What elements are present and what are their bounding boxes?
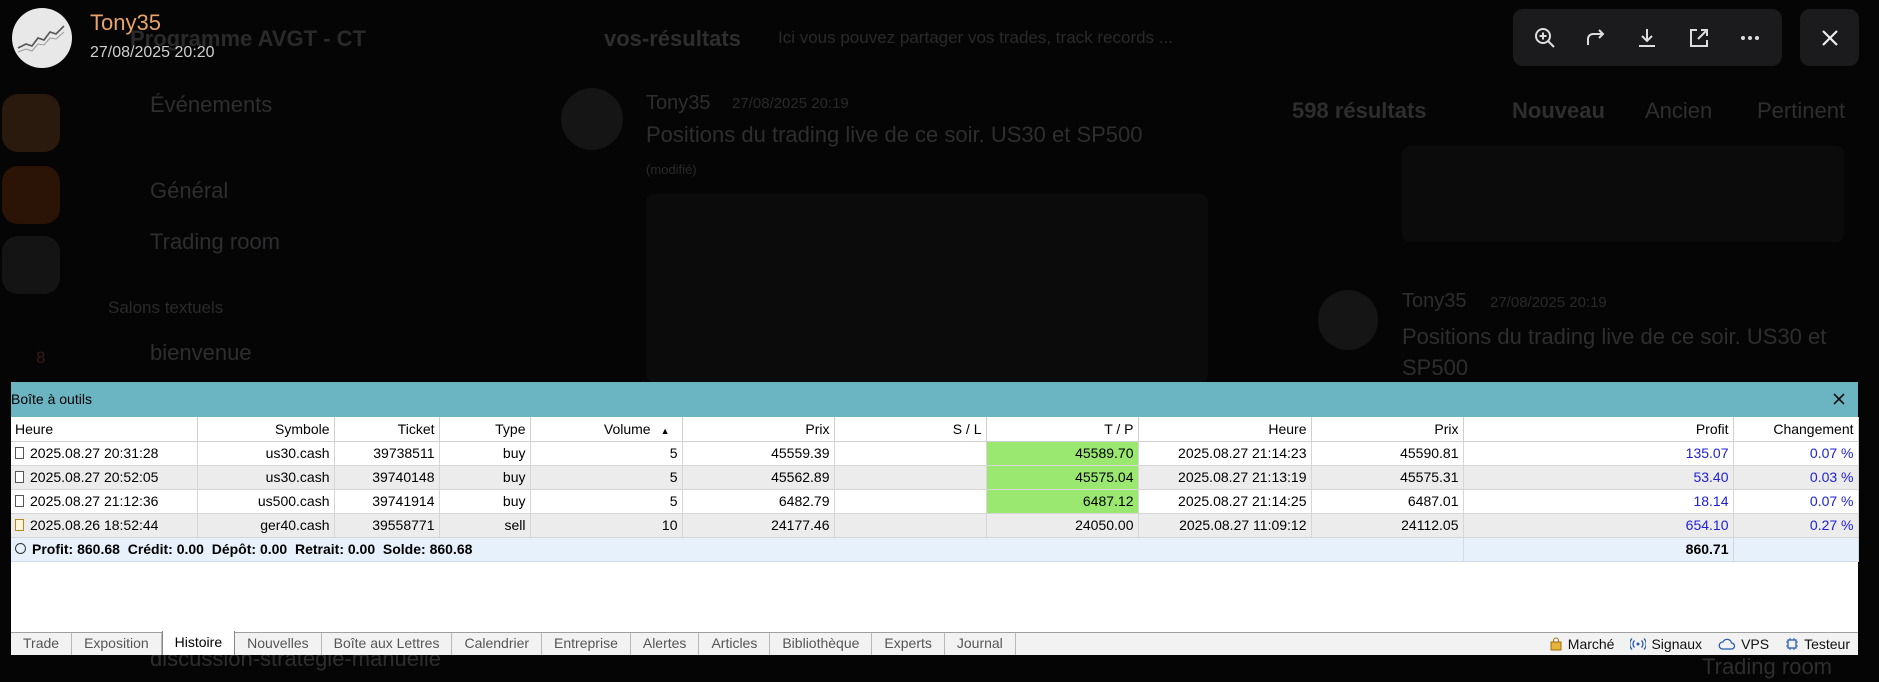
- channel-topic: Ici vous pouvez partager vos trades, tra…: [778, 28, 1173, 47]
- message-text: Positions du trading live de ce soir. US…: [646, 122, 1143, 147]
- table-row[interactable]: 2025.08.26 18:52:44 ger40.cash 39558771 …: [11, 513, 1859, 538]
- column-header-tp[interactable]: T / P: [986, 417, 1139, 442]
- status-vps[interactable]: VPS: [1718, 636, 1769, 652]
- toolbox-title: Boîte à outils: [11, 391, 92, 407]
- tab-nouvelles[interactable]: Nouvelles: [235, 633, 322, 655]
- close-viewer-button[interactable]: [1800, 9, 1859, 66]
- toolbox-title-bar: Boîte à outils: [11, 382, 1858, 417]
- column-header-open-time[interactable]: Heure: [11, 417, 198, 442]
- chart-thumbnail-icon: [17, 25, 65, 53]
- viewer-toolbar: [1513, 9, 1782, 66]
- summary-row: Profit: 860.68 Crédit: 0.00 Dépôt: 0.00 …: [11, 537, 1859, 562]
- forward-button[interactable]: [1576, 18, 1616, 58]
- search-tab-relevant: Pertinent: [1757, 98, 1846, 123]
- table-header-row: Heure Symbole Ticket Type Volume ▲ Prix S…: [11, 417, 1859, 442]
- bottom-right-channel: Trading room: [1702, 654, 1833, 679]
- server-icon: [2, 236, 60, 294]
- server-badge: 8: [36, 348, 46, 367]
- summary-icon: [15, 543, 26, 554]
- search-result-author: Tony35: [1402, 290, 1467, 312]
- sort-ascending-icon: ▲: [660, 425, 670, 436]
- column-header-change[interactable]: Changement: [1733, 417, 1859, 442]
- tab-trade[interactable]: Trade: [11, 633, 73, 655]
- column-header-volume[interactable]: Volume ▲: [530, 417, 683, 442]
- deal-icon: [15, 471, 24, 483]
- forward-icon: [1587, 28, 1605, 45]
- toolbox-window: Boîte à outils Heure Symbole Ticket Type…: [11, 382, 1859, 655]
- user-avatar[interactable]: [12, 8, 72, 68]
- message-author: Tony35: [646, 92, 711, 114]
- channel-name: vos-résultats: [604, 26, 741, 51]
- tab-histoire[interactable]: Histoire: [161, 631, 236, 655]
- tab-alertes[interactable]: Alertes: [631, 633, 700, 655]
- avatar: [561, 88, 623, 150]
- tab-entreprise[interactable]: Entreprise: [542, 633, 631, 655]
- column-header-symbol[interactable]: Symbole: [197, 417, 335, 442]
- table-row[interactable]: 2025.08.27 20:52:05 us30.cash 39740148 b…: [11, 465, 1859, 490]
- status-tester[interactable]: Testeur: [1785, 636, 1850, 652]
- chip-icon: [1786, 638, 1799, 650]
- cloud-icon: [1718, 638, 1736, 650]
- summary-total-profit: 860.71: [1463, 537, 1734, 562]
- toolbox-tab-bar: Trade Exposition Histoire Nouvelles Boît…: [11, 631, 1858, 655]
- table-row[interactable]: 2025.08.27 20:31:28 us30.cash 39738511 b…: [11, 441, 1859, 466]
- status-signals[interactable]: Signaux: [1630, 636, 1702, 652]
- server-icon: [2, 94, 60, 152]
- tab-bibliotheque[interactable]: Bibliothèque: [770, 633, 873, 655]
- tab-calendrier[interactable]: Calendrier: [452, 633, 543, 655]
- close-icon: [1821, 29, 1838, 46]
- more-icon: [1741, 35, 1760, 40]
- tab-journal[interactable]: Journal: [945, 633, 1016, 655]
- search-tab-new: Nouveau: [1512, 98, 1605, 123]
- column-header-sl[interactable]: S / L: [834, 417, 987, 442]
- sidebar-channel-welcome: bienvenue: [150, 340, 252, 365]
- deal-icon: [15, 495, 24, 507]
- deal-icon: [15, 447, 24, 459]
- download-icon: [1639, 28, 1656, 47]
- column-header-close-time[interactable]: Heure: [1138, 417, 1312, 442]
- search-results-count: 598 résultats: [1292, 98, 1427, 123]
- column-header-ticket[interactable]: Ticket: [334, 417, 440, 442]
- close-icon: [1833, 393, 1845, 405]
- message-time: 27/08/2025 20:19: [732, 95, 849, 112]
- open-external-button[interactable]: [1679, 18, 1719, 58]
- table-row[interactable]: 2025.08.27 21:12:36 us500.cash 39741914 …: [11, 489, 1859, 514]
- status-area: Marché Signaux VPS Testeur: [1549, 633, 1858, 655]
- message-edited: (modifié): [646, 162, 697, 177]
- sidebar-text-section: Salons textuels: [108, 298, 224, 317]
- zoom-in-button[interactable]: [1525, 18, 1565, 58]
- tab-exposition[interactable]: Exposition: [72, 633, 162, 655]
- external-link-icon: [1689, 28, 1708, 47]
- post-timestamp: 27/08/2025 20:20: [90, 44, 215, 61]
- column-header-type[interactable]: Type: [439, 417, 531, 442]
- status-market[interactable]: Marché: [1549, 636, 1614, 652]
- sidebar-events: Événements: [150, 92, 273, 117]
- search-result-text: SP500: [1402, 355, 1469, 380]
- tab-articles[interactable]: Articles: [699, 633, 771, 655]
- bag-icon: [1550, 637, 1562, 651]
- user-name[interactable]: Tony35: [90, 10, 161, 36]
- search-result-image: [1402, 146, 1844, 242]
- sidebar-voice-trading: Trading room: [150, 229, 281, 254]
- tab-mailbox[interactable]: Boîte aux Lettres: [322, 633, 453, 655]
- deal-icon: [15, 519, 24, 531]
- toolbox-close-button[interactable]: [1828, 388, 1850, 410]
- column-header-close-price[interactable]: Prix: [1311, 417, 1464, 442]
- zoom-in-icon: [1534, 27, 1555, 48]
- tab-experts[interactable]: Experts: [872, 633, 945, 655]
- avatar: [1318, 290, 1378, 350]
- sidebar-voice-general: Général: [150, 178, 229, 203]
- search-result-time: 27/08/2025 20:19: [1490, 294, 1607, 311]
- summary-text: Profit: 860.68 Crédit: 0.00 Dépôt: 0.00 …: [32, 541, 473, 557]
- history-table: Heure Symbole Ticket Type Volume ▲ Prix S…: [11, 417, 1859, 562]
- search-result-text: Positions du trading live de ce soir. US…: [1402, 324, 1827, 349]
- more-options-button[interactable]: [1730, 18, 1770, 58]
- download-button[interactable]: [1627, 18, 1667, 58]
- search-tab-old: Ancien: [1645, 98, 1713, 123]
- message-image: [646, 194, 1208, 382]
- signal-icon: [1630, 638, 1647, 650]
- column-header-profit[interactable]: Profit: [1463, 417, 1734, 442]
- column-header-price[interactable]: Prix: [682, 417, 835, 442]
- server-icon: [2, 166, 60, 224]
